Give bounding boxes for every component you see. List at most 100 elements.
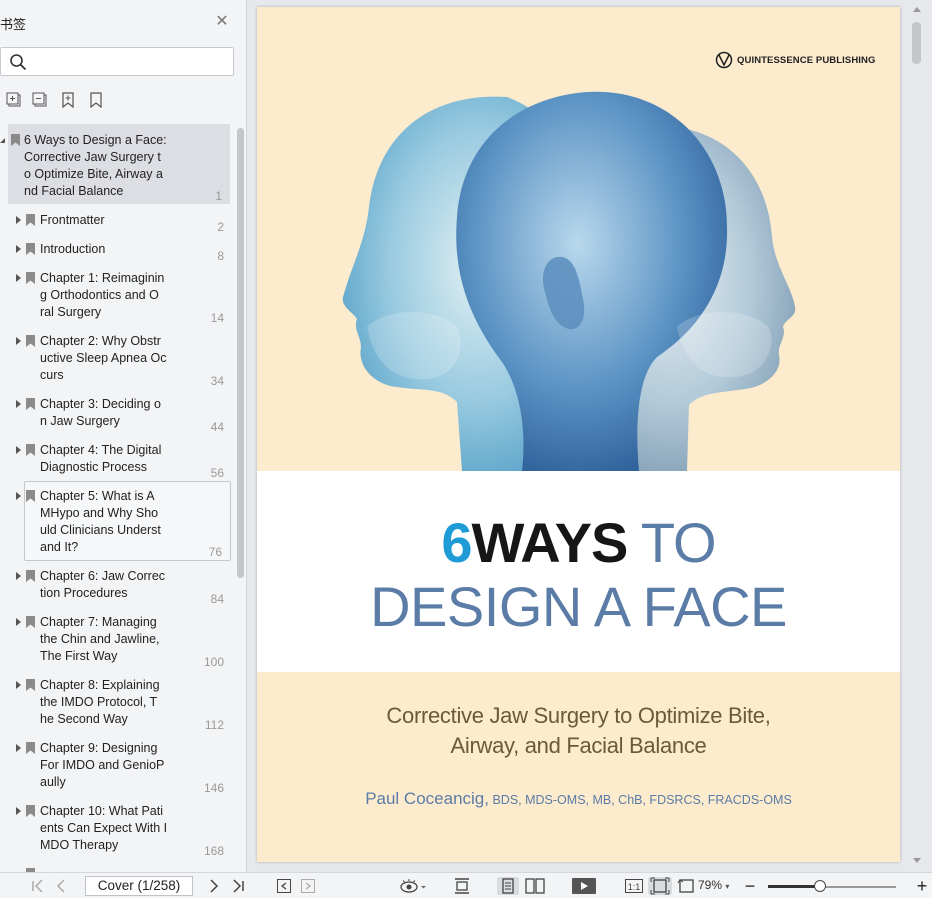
bookmark-item[interactable]: Chapter 3: Deciding o n Jaw Surgery 44 [0,395,232,439]
previous-page-icon[interactable] [54,877,68,895]
expand-arrow-icon[interactable] [16,807,21,815]
cover-subtitle: Corrective Jaw Surgery to Optimize Bite,… [257,701,900,761]
bookmark-label: Introduction [40,242,106,256]
title-ways: WAYS [471,511,629,574]
scroll-down-arrow-icon[interactable] [913,858,921,863]
zoom-level: 79% [698,878,723,892]
pdf-page-cover: QUINTESSENCE PUBLISHING 6WAYS TO DESIGN … [257,7,900,862]
bookmark-scrollbar[interactable] [237,128,244,578]
bookmark-item[interactable]: Chapter 4: The Digital Diagnostic Proces… [0,441,232,485]
go-forward-icon[interactable] [300,877,316,895]
bookmark-item[interactable]: Chapter 7: Managing the Chin and Jawline… [0,613,232,673]
next-page-icon[interactable] [207,877,221,895]
bookmark-item[interactable]: Chapter 10: What Pati ents Can Expect Wi… [0,802,232,862]
expand-arrow-icon[interactable] [16,400,21,408]
publisher-name: QUINTESSENCE PUBLISHING [737,54,876,66]
svg-text:1:1: 1:1 [628,882,641,892]
expand-arrow-icon[interactable] [16,744,21,752]
cover-illustration [342,91,796,471]
bookmarks-panel: 书签 ✕ 6 Ways to Design a Face: Corrective… [0,0,247,872]
bookmark-icon [26,272,35,284]
bookmark-page-number: 44 [210,420,224,434]
bookmark-label: Chapter 10: What Pati ents Can Expect Wi… [40,804,168,852]
go-back-icon[interactable] [276,877,292,895]
bookmark-label: Chapter 4: The Digital Diagnostic Proces… [40,443,162,474]
single-page-view-icon[interactable] [497,877,519,895]
expand-arrow-icon[interactable] [16,572,21,580]
two-page-view-icon[interactable] [524,877,546,895]
expand-arrow-icon[interactable] [16,274,21,282]
bookmark-label: Chapter 1: Reimaginin g Orthodontics and… [40,271,165,319]
zoom-level-dropdown[interactable]: 79% ▾ [698,878,729,892]
first-page-icon[interactable] [30,877,46,895]
expand-arrow-icon[interactable] [16,337,21,345]
bookmark-icon [11,134,20,146]
expand-arrow-icon[interactable] [16,216,21,224]
bookmark-item[interactable]: Chapter 2: Why Obstr uctive Sleep Apnea … [0,332,232,392]
last-page-icon[interactable] [230,877,246,895]
bookmark-page-number: 84 [210,592,224,606]
quintessence-logo-icon [715,51,733,69]
fit-page-icon[interactable] [452,877,472,895]
bookmark-icon [26,742,35,754]
document-viewport: QUINTESSENCE PUBLISHING 6WAYS TO DESIGN … [248,0,932,872]
bookmark-label: 6 Ways to Design a Face: Corrective Jaw … [24,133,167,198]
rotate-view-icon[interactable] [677,877,697,895]
scroll-up-arrow-icon[interactable] [913,7,921,12]
bookmark-page-number: 100 [203,655,224,669]
bookmark-icon [26,214,35,226]
cover-subtitle-line1: Corrective Jaw Surgery to Optimize Bite, [386,703,771,728]
collapse-all-icon[interactable] [32,92,48,108]
bookmark-item-partial[interactable] [0,865,232,872]
bookmark-icon[interactable] [88,92,104,108]
bookmark-item[interactable]: Chapter 6: Jaw Correc tion Procedures 84 [0,567,232,611]
bookmark-label: Chapter 7: Managing the Chin and Jawline… [40,615,160,663]
title-to: TO [627,511,717,574]
fit-width-icon[interactable] [648,877,672,895]
zoom-out-icon[interactable]: − [742,876,758,896]
slideshow-play-icon[interactable] [571,877,597,895]
bookmark-item[interactable]: Chapter 1: Reimaginin g Orthodontics and… [0,269,232,329]
bookmark-icon [26,444,35,456]
bookmark-page-number: 56 [210,466,224,480]
bookmark-item[interactable]: Frontmatter 2 [0,211,232,239]
expand-arrow-icon[interactable] [16,618,21,626]
page-number-input[interactable]: Cover (1/258) [85,876,193,896]
expand-arrow-icon[interactable] [16,492,21,500]
expand-arrow-icon[interactable] [16,245,21,253]
bookmark-icon [26,616,35,628]
document-scrollbar-thumb[interactable] [912,22,921,64]
expand-all-icon[interactable] [6,92,22,108]
bookmark-item[interactable]: 6 Ways to Design a Face: Corrective Jaw … [0,124,230,204]
bookmark-label: Chapter 6: Jaw Correc tion Procedures [40,569,166,600]
bookmark-page-number: 146 [203,781,224,795]
bookmark-search-input[interactable] [31,52,227,72]
actual-size-icon[interactable]: 1:1 [624,877,644,895]
author-name: Paul Coceancig, [365,789,489,808]
cover-subtitle-line2: Airway, and Facial Balance [450,733,707,758]
bookmark-page-number: 76 [208,545,222,559]
bookmark-icon [26,805,35,817]
add-bookmark-icon[interactable] [60,92,76,108]
bookmark-icon [26,490,35,502]
zoom-in-icon[interactable]: + [914,876,930,896]
close-icon[interactable]: ✕ [214,14,230,30]
zoom-slider-fill [768,885,821,888]
bookmark-item[interactable]: Chapter 8: Explaining the IMDO Protocol,… [0,676,232,736]
zoom-slider-handle[interactable] [814,880,827,892]
cover-author: Paul Coceancig, BDS, MDS-OMS, MB, ChB, F… [257,789,900,809]
bookmark-label: Chapter 8: Explaining the IMDO Protocol,… [40,678,160,726]
expand-arrow-icon[interactable] [16,681,21,689]
search-icon [10,54,26,70]
collapse-arrow-icon[interactable] [0,138,5,143]
expand-arrow-icon[interactable] [16,446,21,454]
bookmark-icon [26,243,35,255]
bookmark-item[interactable]: Chapter 9: Designing For IMDO and GenioP… [0,739,232,799]
bookmark-page-number: 168 [203,844,224,858]
bookmark-search-box[interactable] [0,47,234,76]
bookmark-page-number: 1 [215,189,222,203]
bookmark-item-selected[interactable]: Chapter 5: What is A MHypo and Why Sho u… [16,481,231,561]
bookmark-item[interactable]: Introduction 8 [0,240,232,268]
eye-protection-icon[interactable] [398,877,428,895]
author-credentials: BDS, MDS-OMS, MB, ChB, FDSRCS, FRACDS-OM… [489,793,792,807]
